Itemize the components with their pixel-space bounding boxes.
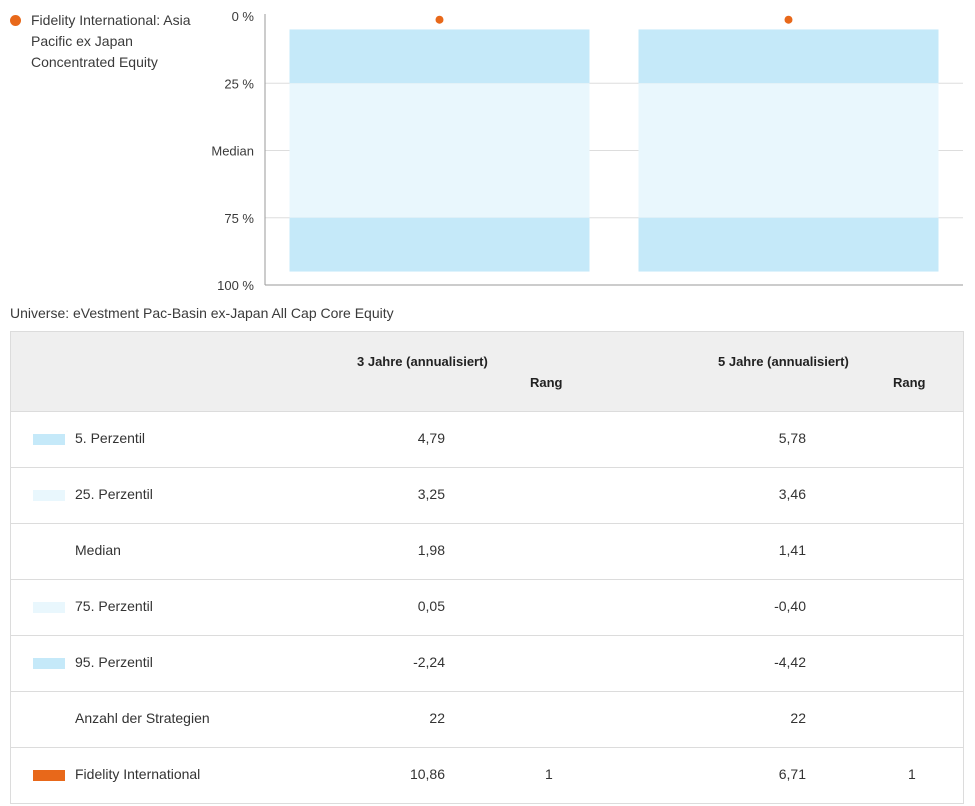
percentile-band xyxy=(638,29,939,84)
value-5y: -0,40 xyxy=(774,598,806,614)
row-swatch xyxy=(33,602,65,613)
y-tick-label: 100 % xyxy=(217,278,254,293)
row-label: Anzahl der Strategien xyxy=(75,710,210,726)
y-tick-label: 25 % xyxy=(224,76,254,91)
row-label: 95. Perzentil xyxy=(75,654,153,670)
header-3y: 3 Jahre (annualisiert) xyxy=(357,354,488,369)
row-swatch xyxy=(33,546,65,557)
rank-5y: 1 xyxy=(908,766,916,782)
table-header: 3 Jahre (annualisiert) Rang 5 Jahre (ann… xyxy=(11,332,963,412)
percentile-band xyxy=(289,29,590,84)
table-row: Median 1,98 1,41 xyxy=(11,524,963,580)
value-3y: 10,86 xyxy=(409,766,445,782)
row-swatch xyxy=(33,658,65,669)
percentile-table: 3 Jahre (annualisiert) Rang 5 Jahre (ann… xyxy=(10,331,964,804)
universe-label: Universe: eVestment Pac-Basin ex-Japan A… xyxy=(10,305,394,321)
table-row: 5. Perzentil 4,79 5,78 xyxy=(11,412,963,468)
percentile-chart: 0 % 25 % Median 75 % 100 % xyxy=(211,9,963,293)
value-3y: 22 xyxy=(429,710,445,726)
percentile-band xyxy=(289,217,590,272)
table-row: Fidelity International 10,86 1 6,71 1 xyxy=(11,748,963,803)
header-rank-3y: Rang xyxy=(530,375,563,390)
value-5y: 6,71 xyxy=(778,766,806,782)
row-swatch xyxy=(33,434,65,445)
row-swatch xyxy=(33,490,65,501)
table-row: Anzahl der Strategien 22 22 xyxy=(11,692,963,748)
value-5y: -4,42 xyxy=(774,654,806,670)
row-label: Fidelity International xyxy=(75,766,201,782)
value-3y: 0,05 xyxy=(417,598,445,614)
value-5y: 22 xyxy=(790,710,806,726)
row-label: Median xyxy=(75,542,121,558)
percentile-band xyxy=(638,217,939,272)
percentile-band xyxy=(289,83,590,218)
y-tick-label: 75 % xyxy=(224,211,254,226)
row-label: 25. Perzentil xyxy=(75,486,153,502)
table-row: 25. Perzentil 3,25 3,46 xyxy=(11,468,963,524)
value-3y: 1,98 xyxy=(417,542,445,558)
row-swatch xyxy=(33,714,65,725)
value-5y: 3,46 xyxy=(778,486,806,502)
row-label: 75. Perzentil xyxy=(75,598,153,614)
row-swatch xyxy=(33,770,65,781)
y-tick-label: Median xyxy=(211,144,254,159)
value-3y: 4,79 xyxy=(417,430,445,446)
fund-rank-marker xyxy=(784,15,793,24)
value-3y: -2,24 xyxy=(413,654,445,670)
value-5y: 1,41 xyxy=(778,542,806,558)
value-5y: 5,78 xyxy=(778,430,806,446)
fund-rank-marker xyxy=(435,15,444,24)
header-rank-5y: Rang xyxy=(893,375,926,390)
value-3y: 3,25 xyxy=(417,486,445,502)
table-body: 5. Perzentil 4,79 5,78 25. Perzentil 3,25 3,4… xyxy=(11,412,963,803)
percentile-band xyxy=(638,83,939,218)
y-tick-label: 0 % xyxy=(232,9,255,24)
table-row: 75. Perzentil 0,05 -0,40 xyxy=(11,580,963,636)
table-row: 95. Perzentil -2,24 -4,42 xyxy=(11,636,963,692)
rank-3y: 1 xyxy=(545,766,553,782)
row-label: 5. Perzentil xyxy=(75,430,146,446)
header-5y: 5 Jahre (annualisiert) xyxy=(718,354,849,369)
